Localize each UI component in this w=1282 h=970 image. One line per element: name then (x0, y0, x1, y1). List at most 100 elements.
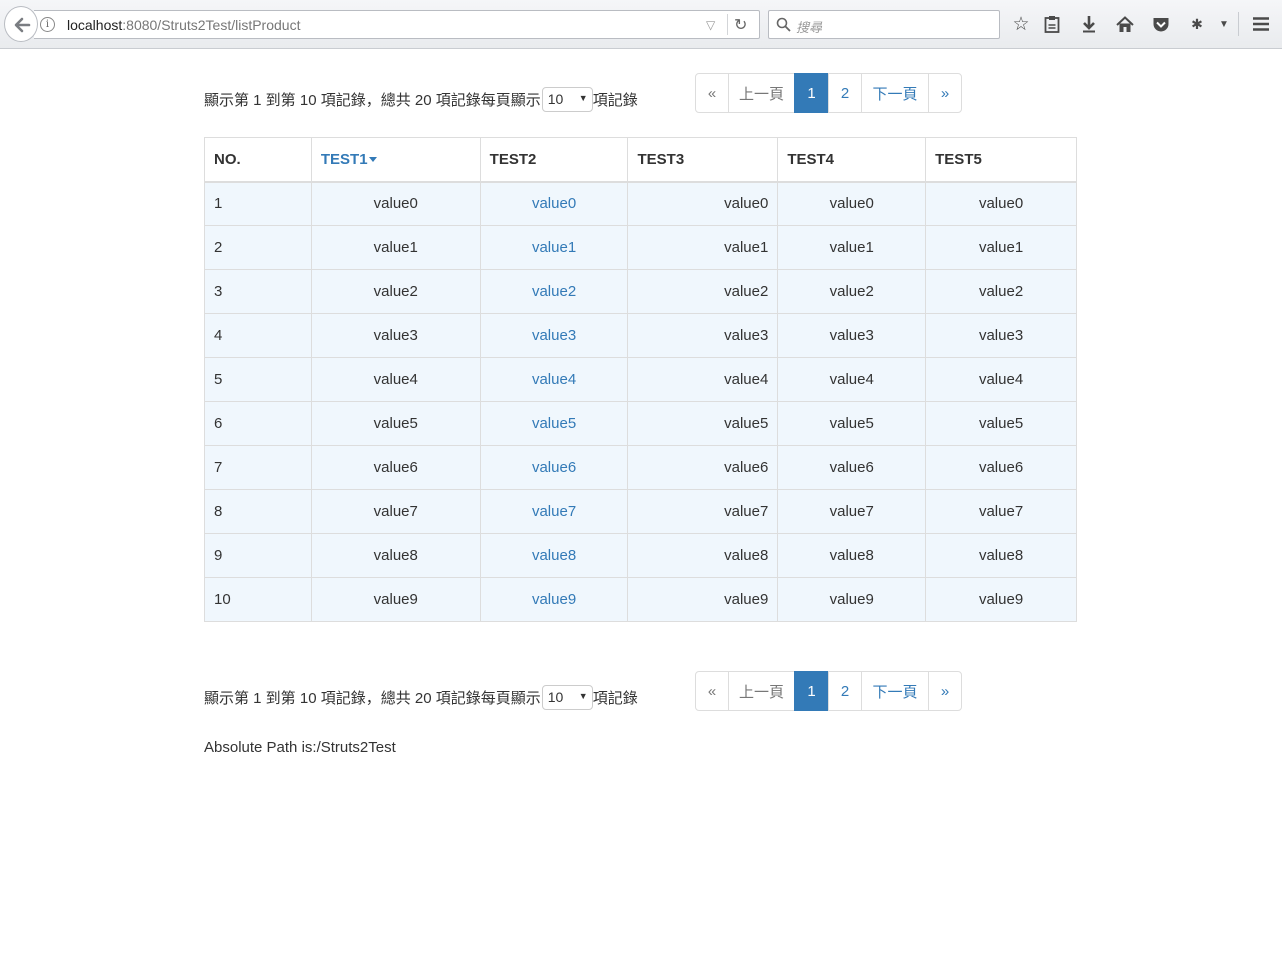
test4-cell: value9 (777, 577, 927, 622)
test5-cell: value1 (925, 225, 1077, 270)
chevron-down-icon: ▼ (578, 691, 588, 701)
search-icon (776, 17, 791, 32)
test1-cell: value8 (310, 533, 481, 578)
back-button[interactable] (4, 6, 38, 42)
test2-cell[interactable]: value3 (479, 313, 629, 358)
row-number-cell: 9 (204, 533, 312, 578)
row-number-cell: 6 (204, 401, 312, 446)
test3-cell: value5 (627, 401, 779, 446)
row-number-cell: 7 (204, 445, 312, 490)
url-path: :8080/Struts2Test/listProduct (122, 17, 301, 33)
record-info-suffix: 項記錄 (592, 92, 638, 109)
url-bar[interactable]: i localhost:8080/Struts2Test/listProduct… (34, 10, 760, 39)
test1-cell: value9 (310, 577, 481, 622)
page-2-button[interactable]: 2 (828, 73, 862, 113)
menu-icon[interactable] (1249, 12, 1273, 36)
test1-cell: value2 (310, 269, 481, 314)
page-size-value: 10 (547, 689, 564, 705)
search-input[interactable]: 搜尋 (796, 17, 822, 36)
extension-icon[interactable]: ✱ (1185, 12, 1209, 36)
prev-page-button[interactable]: 上一頁 (728, 73, 795, 113)
row-number-cell: 10 (204, 577, 312, 622)
home-icon[interactable] (1113, 12, 1137, 36)
product-table: NO. TEST1 TEST2 TEST3 TEST4 TEST5 1 value… (204, 137, 1077, 622)
first-page-button[interactable]: « (695, 73, 729, 113)
dropdown-icon[interactable]: ▽ (706, 18, 715, 32)
next-page-button[interactable]: 下一頁 (861, 671, 929, 711)
test2-cell[interactable]: value0 (479, 181, 629, 226)
page-size-value: 10 (547, 91, 564, 107)
pagination-bottom: « 上一頁 1 2 下一頁 » (695, 671, 962, 711)
table-row: 5 value4 value4 value4 value4 value4 (204, 357, 1077, 402)
test2-cell[interactable]: value5 (479, 401, 629, 446)
chevron-down-icon[interactable]: ▼ (1212, 12, 1236, 36)
row-number-cell: 3 (204, 269, 312, 314)
test2-cell[interactable]: value7 (479, 489, 629, 534)
test4-cell: value6 (777, 445, 927, 490)
page-size-select[interactable]: 10 ▼ (541, 87, 593, 112)
page-1-button[interactable]: 1 (794, 73, 829, 113)
page-1-button[interactable]: 1 (794, 671, 829, 711)
last-page-button[interactable]: » (928, 671, 962, 711)
next-page-button[interactable]: 下一頁 (861, 73, 929, 113)
header-test1[interactable]: TEST1 (310, 137, 481, 183)
record-info-suffix: 項記錄 (592, 690, 638, 707)
test3-cell: value6 (627, 445, 779, 490)
header-test1-label: TEST1 (320, 150, 368, 168)
test4-cell: value0 (777, 181, 927, 226)
test2-cell[interactable]: value1 (479, 225, 629, 270)
test2-cell[interactable]: value4 (479, 357, 629, 402)
chevron-down-icon: ▼ (578, 93, 588, 103)
browser-toolbar: i localhost:8080/Struts2Test/listProduct… (0, 0, 1282, 49)
header-test3[interactable]: TEST3 (627, 137, 779, 183)
test5-cell: value5 (925, 401, 1077, 446)
info-icon[interactable]: i (40, 17, 55, 32)
bottom-pager: 顯示第 1 到第 10 項記錄，總共 20 項記錄每頁顯示 10 ▼ 項記錄 « … (204, 647, 1077, 717)
test5-cell: value0 (925, 181, 1077, 226)
last-page-button[interactable]: » (928, 73, 962, 113)
header-test4[interactable]: TEST4 (777, 137, 927, 183)
test4-cell: value5 (777, 401, 927, 446)
sort-down-icon (368, 157, 377, 163)
bookmark-star-icon[interactable]: ☆ (1009, 12, 1033, 36)
url-text[interactable]: localhost:8080/Struts2Test/listProduct (67, 17, 300, 33)
test4-cell: value3 (777, 313, 927, 358)
test3-cell: value9 (627, 577, 779, 622)
record-info-prefix: 顯示第 1 到第 10 項記錄，總共 20 項記錄每頁顯示 (204, 92, 541, 109)
test2-cell[interactable]: value6 (479, 445, 629, 490)
page-2-button[interactable]: 2 (828, 671, 862, 711)
test2-cell[interactable]: value8 (479, 533, 629, 578)
url-separator (727, 14, 728, 35)
header-no[interactable]: NO. (204, 137, 312, 183)
table-row: 1 value0 value0 value0 value0 value0 (204, 181, 1077, 226)
test2-cell[interactable]: value2 (479, 269, 629, 314)
test1-cell: value5 (310, 401, 481, 446)
header-test5[interactable]: TEST5 (925, 137, 1077, 183)
test4-cell: value4 (777, 357, 927, 402)
first-page-button[interactable]: « (695, 671, 729, 711)
test5-cell: value9 (925, 577, 1077, 622)
absolute-path-text: Absolute Path is:/Struts2Test (204, 739, 396, 756)
record-info-bottom: 顯示第 1 到第 10 項記錄，總共 20 項記錄每頁顯示 10 ▼ 項記錄 (204, 685, 638, 710)
pocket-icon[interactable] (1149, 12, 1173, 36)
table-row: 6 value5 value5 value5 value5 value5 (204, 401, 1077, 446)
download-icon[interactable] (1077, 12, 1101, 36)
test3-cell: value0 (627, 181, 779, 226)
test3-cell: value7 (627, 489, 779, 534)
search-bar[interactable]: 搜尋 (768, 10, 1000, 39)
test1-cell: value1 (310, 225, 481, 270)
table-row: 8 value7 value7 value7 value7 value7 (204, 489, 1077, 534)
prev-page-button[interactable]: 上一頁 (728, 671, 795, 711)
header-test2[interactable]: TEST2 (479, 137, 629, 183)
back-arrow-icon (14, 17, 31, 33)
table-row: 10 value9 value9 value9 value9 value9 (204, 577, 1077, 622)
table-row: 3 value2 value2 value2 value2 value2 (204, 269, 1077, 314)
record-info-prefix: 顯示第 1 到第 10 項記錄，總共 20 項記錄每頁顯示 (204, 690, 541, 707)
test2-cell[interactable]: value9 (479, 577, 629, 622)
page-size-select-bottom[interactable]: 10 ▼ (541, 685, 593, 710)
row-number-cell: 4 (204, 313, 312, 358)
toolbar-separator (1238, 12, 1239, 36)
reload-icon[interactable]: ↻ (734, 15, 747, 35)
reading-list-icon[interactable] (1040, 12, 1064, 36)
test5-cell: value6 (925, 445, 1077, 490)
